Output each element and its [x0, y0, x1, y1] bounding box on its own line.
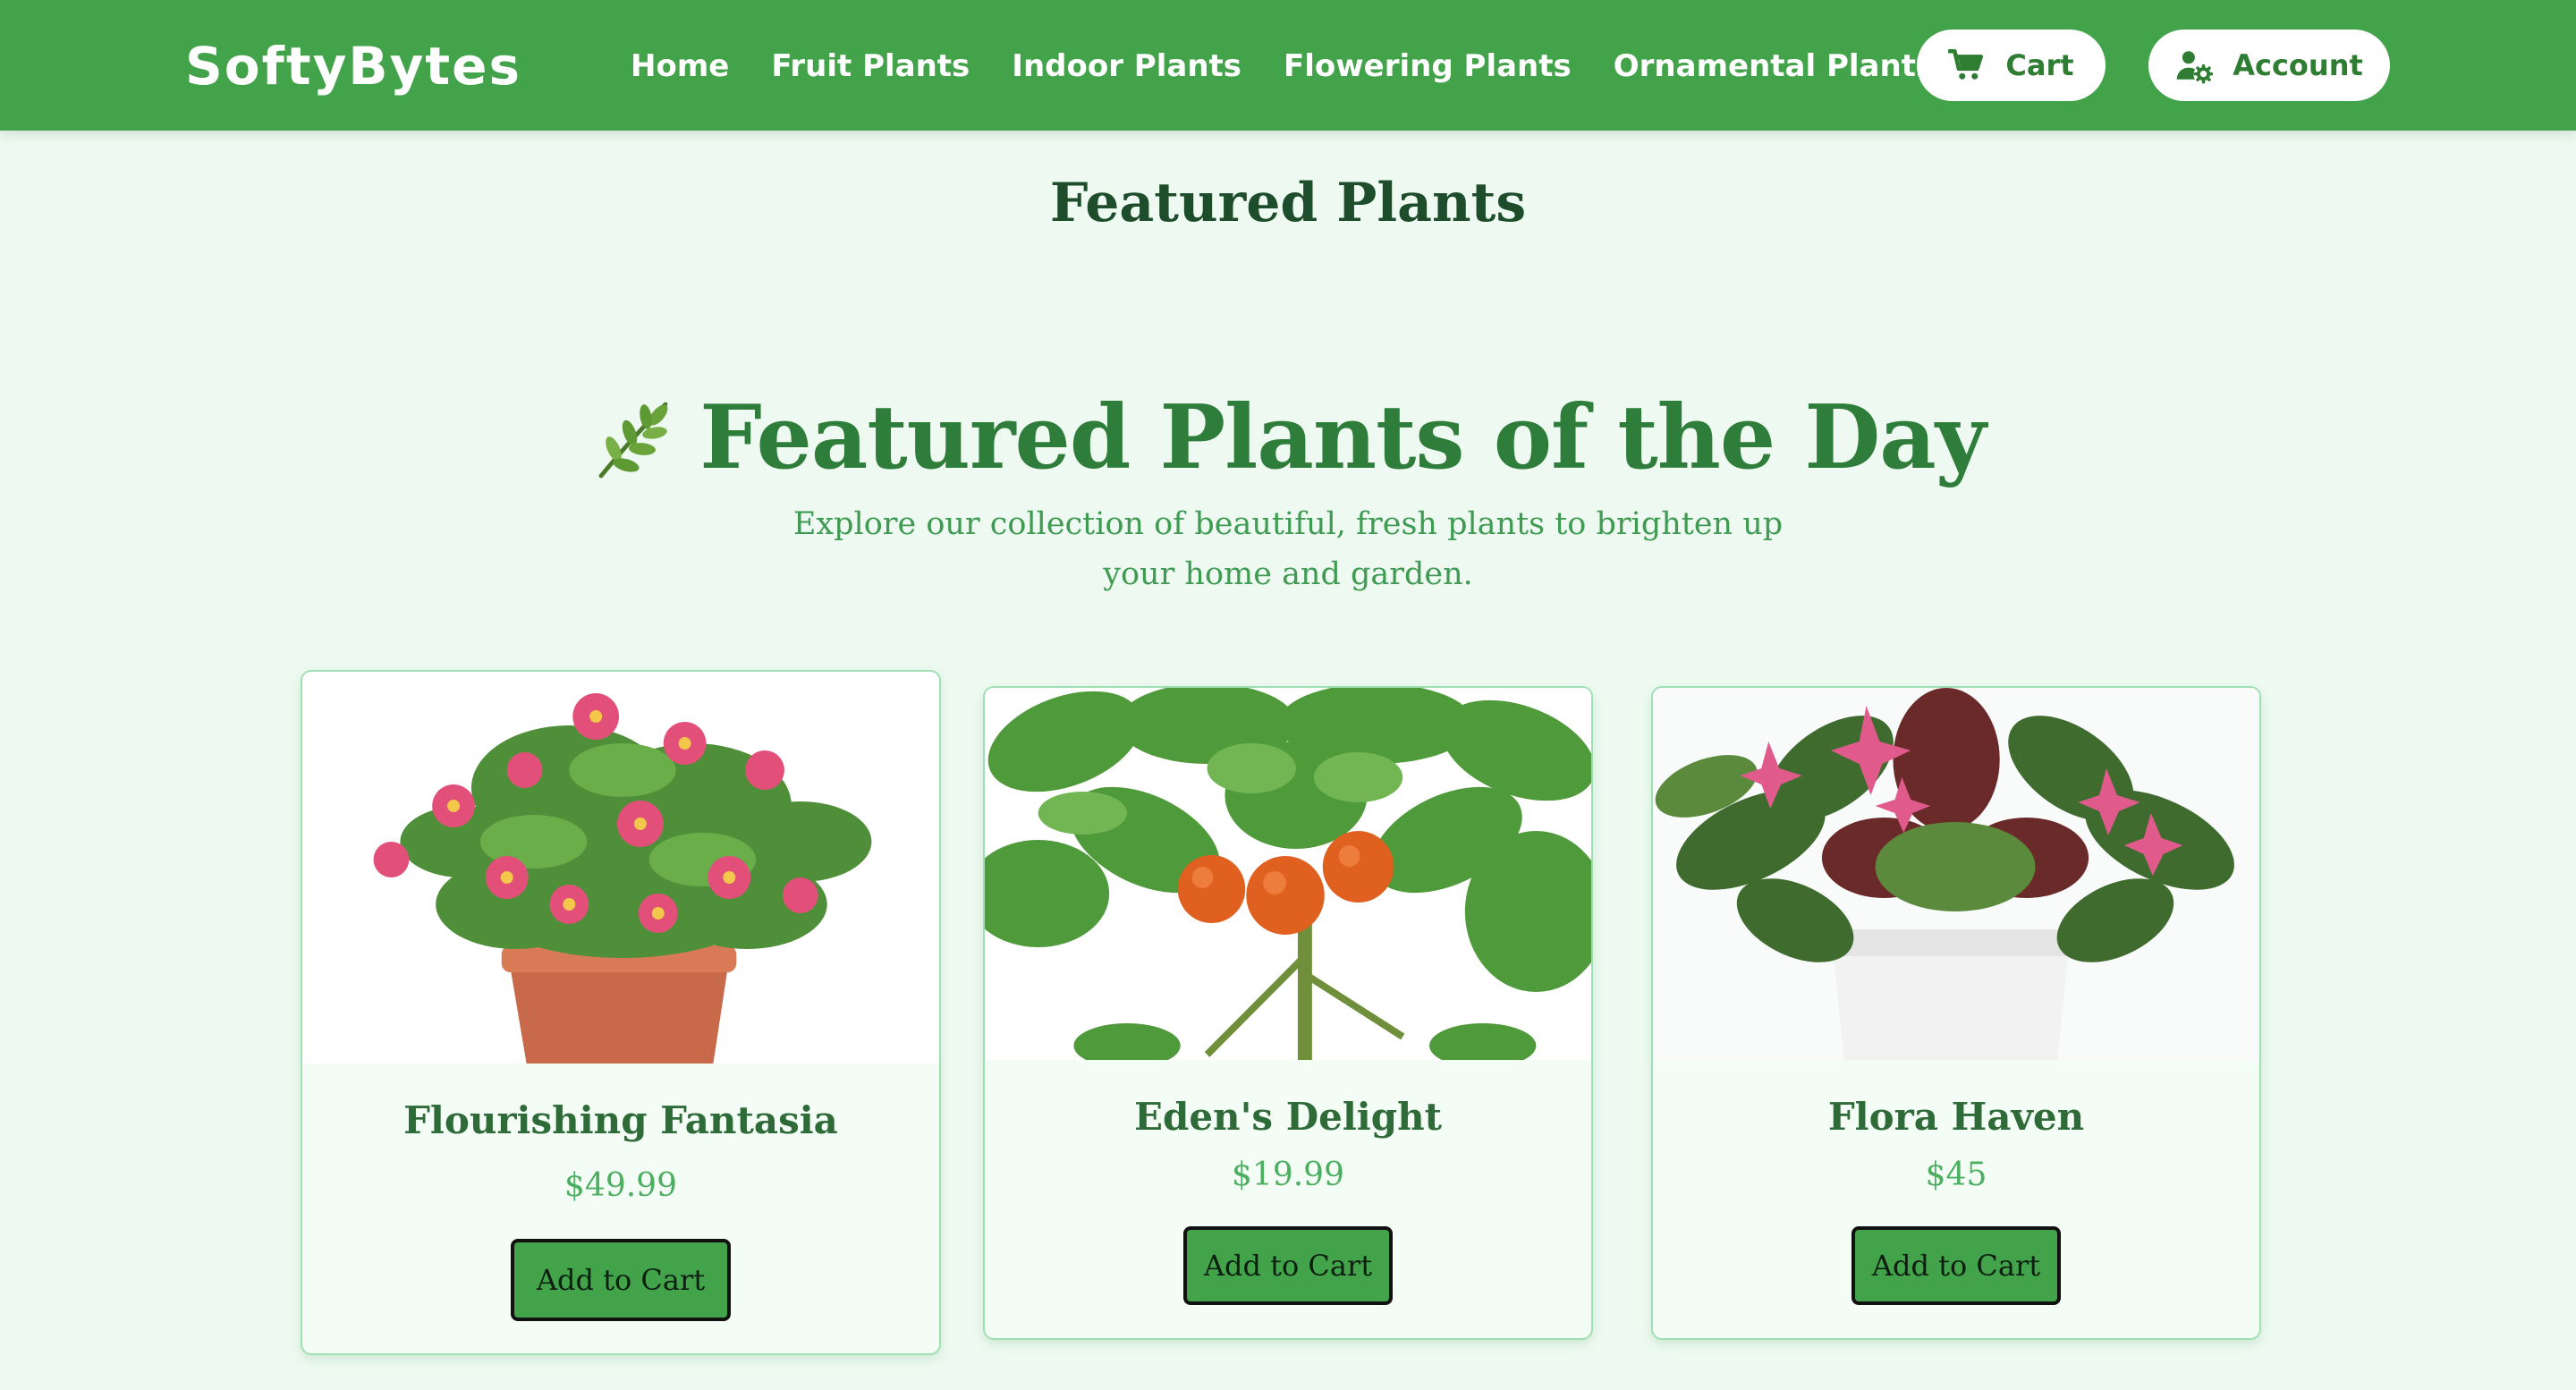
product-card: Eden's Delight $19.99 Add to Cart — [983, 686, 1593, 1340]
add-to-cart-button[interactable]: Add to Cart — [511, 1239, 731, 1321]
account-button[interactable]: Account — [2148, 30, 2390, 101]
cart-button[interactable]: Cart — [1917, 30, 2106, 101]
page-title: Featured Plants — [1049, 172, 1527, 234]
user-gear-icon — [2175, 47, 2214, 84]
top-navbar: SoftyBytes Home Fruit Plants Indoor Plan… — [0, 0, 2576, 131]
product-price: $45 — [1925, 1157, 1987, 1193]
product-card: Flourishing Fantasia $49.99 Add to Cart — [301, 670, 941, 1355]
product-image — [985, 688, 1591, 1060]
brand-logo[interactable]: SoftyBytes — [185, 32, 521, 100]
cart-label: Cart — [2005, 48, 2074, 82]
product-name: Eden's Delight — [1133, 1095, 1443, 1139]
product-card: Flora Haven $45 Add to Cart — [1651, 686, 2261, 1340]
hero-title: Featured Plants of the Day — [699, 386, 1986, 489]
product-price: $49.99 — [564, 1167, 677, 1204]
product-image — [1653, 688, 2259, 1060]
hero-heading: Featured Plants of the Day — [0, 376, 2576, 501]
main-nav: Home Fruit Plants Indoor Plants Flowerin… — [631, 41, 1976, 91]
product-name: Flora Haven — [1827, 1095, 2085, 1139]
product-price: $19.99 — [1232, 1157, 1344, 1193]
nav-link-home[interactable]: Home — [631, 41, 729, 91]
nav-link-flowering-plants[interactable]: Flowering Plants — [1284, 41, 1572, 91]
shopping-cart-icon — [1948, 47, 1986, 84]
hero-subtitle: Explore our collection of beautiful, fre… — [792, 506, 1784, 592]
add-to-cart-button[interactable]: Add to Cart — [1183, 1226, 1393, 1305]
product-image — [302, 672, 939, 1064]
herb-leaf-icon — [590, 394, 676, 483]
nav-link-indoor-plants[interactable]: Indoor Plants — [1012, 41, 1241, 91]
product-name: Flourishing Fantasia — [403, 1098, 838, 1142]
account-label: Account — [2233, 48, 2363, 82]
nav-link-fruit-plants[interactable]: Fruit Plants — [771, 41, 970, 91]
nav-link-ornamental-plants[interactable]: Ornamental Plants — [1614, 41, 1934, 91]
add-to-cart-button[interactable]: Add to Cart — [1852, 1226, 2061, 1305]
